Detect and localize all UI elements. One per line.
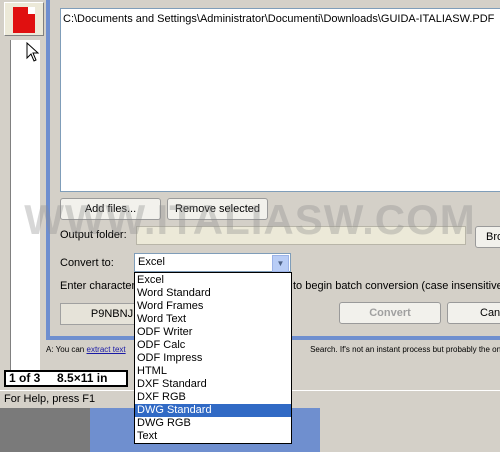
output-folder-field[interactable] [136,226,466,245]
option-odf-writer[interactable]: ODF Writer [135,326,291,339]
page-counter: 1 of 3 8.5×11 in [4,370,128,387]
instruction-text-start: Enter character [60,280,136,292]
option-dwg-rgb[interactable]: DWG RGB [135,417,291,430]
chevron-down-icon[interactable]: ▼ [272,255,289,272]
file-list-item[interactable]: C:\Documents and Settings\Administrator\… [63,13,498,25]
status-suffix: Search. If's not an instant process but … [310,345,500,354]
page-count: 1 of 3 [9,371,41,385]
option-dwg-standard[interactable]: DWG Standard [135,404,291,417]
convert-to-value: Excel [138,256,165,268]
file-list[interactable]: C:\Documents and Settings\Administrator\… [60,8,500,192]
option-dxf-standard[interactable]: DXF Standard [135,378,291,391]
status-prefix: A: You can [46,345,85,354]
option-excel[interactable]: Excel [135,274,291,287]
option-word-standard[interactable]: Word Standard [135,287,291,300]
cancel-button[interactable]: Can [447,302,500,324]
document-view [10,40,40,370]
option-odf-calc[interactable]: ODF Calc [135,339,291,352]
option-html[interactable]: HTML [135,365,291,378]
option-text[interactable]: Text [135,430,291,443]
add-files-button[interactable]: Add files... [60,198,161,220]
browse-button[interactable]: Bro [475,226,500,248]
extract-text-link[interactable]: extract text [87,345,126,354]
convert-to-select[interactable]: Excel ▼ [134,253,291,272]
help-text: For Help, press F1 [4,393,96,405]
convert-to-dropdown[interactable]: Excel Word Standard Word Frames Word Tex… [134,272,292,444]
remove-selected-button[interactable]: Remove selected [167,198,268,220]
output-folder-label: Output folder: [60,229,127,241]
taskbar-section [0,408,90,452]
page-size: 8.5×11 in [57,371,108,385]
pdf-icon[interactable] [4,2,44,36]
mouse-cursor-icon [26,42,40,62]
convert-to-label: Convert to: [60,257,114,269]
option-word-frames[interactable]: Word Frames [135,300,291,313]
convert-button[interactable]: Convert [339,302,441,324]
option-odf-impress[interactable]: ODF Impress [135,352,291,365]
instruction-text-end: to begin batch conversion (case insensit… [293,280,500,292]
option-dxf-rgb[interactable]: DXF RGB [135,391,291,404]
option-word-text[interactable]: Word Text [135,313,291,326]
